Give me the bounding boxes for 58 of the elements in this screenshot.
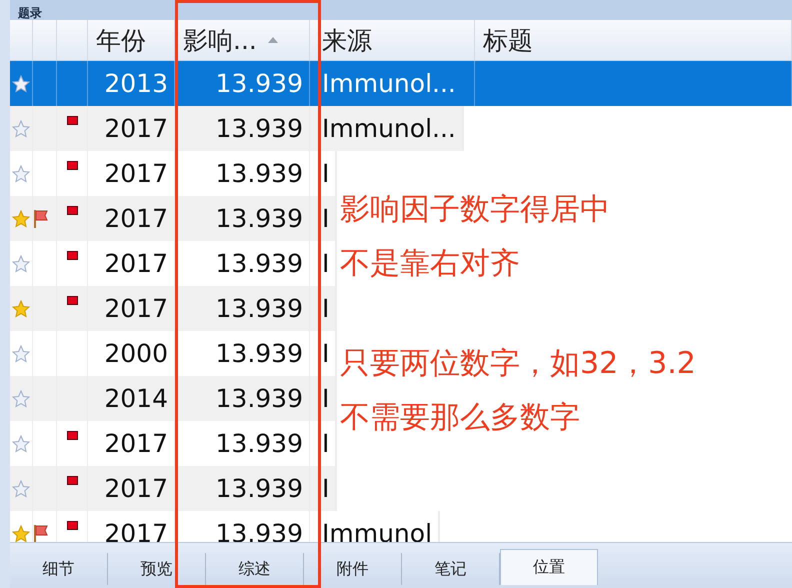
year-cell: 2017 <box>104 114 168 143</box>
impact-factor-cell: 13.939 <box>216 204 303 233</box>
year-cell: 2017 <box>104 249 168 278</box>
column-header[interactable]: 来源 <box>310 20 475 60</box>
year-cell: 2017 <box>104 519 168 542</box>
tab[interactable]: 位置 <box>500 549 598 585</box>
column-header[interactable]: 标题 <box>475 20 792 60</box>
source-cell: I <box>322 294 330 323</box>
impact-factor-cell: 13.939 <box>216 294 303 323</box>
year-cell: 2014 <box>104 384 168 413</box>
impact-factor-cell: 13.939 <box>216 69 303 98</box>
source-cell: I <box>322 339 330 368</box>
table-row[interactable]: 2017 13.939 I <box>10 286 338 331</box>
table-row[interactable]: 2017 13.939 I <box>10 466 338 511</box>
table-row[interactable]: 2017 13.939 I <box>10 151 338 196</box>
table-row[interactable]: 2017 13.939 I <box>10 241 338 286</box>
year-cell: 2017 <box>104 159 168 188</box>
impact-factor-cell: 13.939 <box>216 114 303 143</box>
panel-title: 题录 <box>18 6 42 20</box>
annotation-text: 只要两位数字，如32，3.2 <box>340 345 696 383</box>
source-cell: I <box>322 429 330 458</box>
impact-factor-cell: 13.939 <box>216 339 303 368</box>
table-row[interactable]: 2017 13.939 I <box>10 196 338 241</box>
year-cell: 2017 <box>104 429 168 458</box>
impact-factor-cell: 13.939 <box>216 474 303 503</box>
table-row[interactable]: 2014 13.939 I <box>10 376 338 421</box>
tab[interactable]: 细节 <box>10 553 108 585</box>
table-row[interactable]: 2017 13.939 I <box>10 421 338 466</box>
annotation-text: 影响因子数字得居中 <box>340 191 611 229</box>
tab[interactable]: 预览 <box>108 553 206 585</box>
tab[interactable]: 综述 <box>206 553 304 585</box>
annotation-text: 不需要那么多数字 <box>340 399 581 437</box>
table-row[interactable]: 2017 13.939 Immunol <box>10 511 440 542</box>
year-cell: 2000 <box>104 339 168 368</box>
year-cell: 2017 <box>104 204 168 233</box>
source-cell: I <box>322 159 330 188</box>
column-header[interactable]: 年份 <box>88 20 175 60</box>
source-cell: I <box>322 384 330 413</box>
table-row[interactable]: 2017 13.939 Immunol... <box>10 106 464 151</box>
table-row[interactable]: 2000 13.939 I <box>10 331 338 376</box>
table-row[interactable]: 2013 13.939 Immunol... <box>10 61 792 106</box>
source-cell: I <box>322 249 330 278</box>
source-cell: I <box>322 474 330 503</box>
impact-factor-cell: 13.939 <box>216 384 303 413</box>
source-cell: Immunol... <box>322 69 456 98</box>
impact-factor-cell: 13.939 <box>216 159 303 188</box>
year-cell: 2013 <box>104 69 168 98</box>
impact-factor-cell: 13.939 <box>216 519 303 542</box>
year-cell: 2017 <box>104 474 168 503</box>
year-cell: 2017 <box>104 294 168 323</box>
impact-factor-cell: 13.939 <box>216 429 303 458</box>
tab[interactable]: 附件 <box>304 553 402 585</box>
source-cell: Immunol <box>322 519 432 542</box>
source-cell: Immunol... <box>322 114 456 143</box>
column-header[interactable]: 影响... <box>175 20 310 60</box>
impact-factor-cell: 13.939 <box>216 249 303 278</box>
annotation-text: 不是靠右对齐 <box>340 245 521 283</box>
source-cell: I <box>322 204 330 233</box>
